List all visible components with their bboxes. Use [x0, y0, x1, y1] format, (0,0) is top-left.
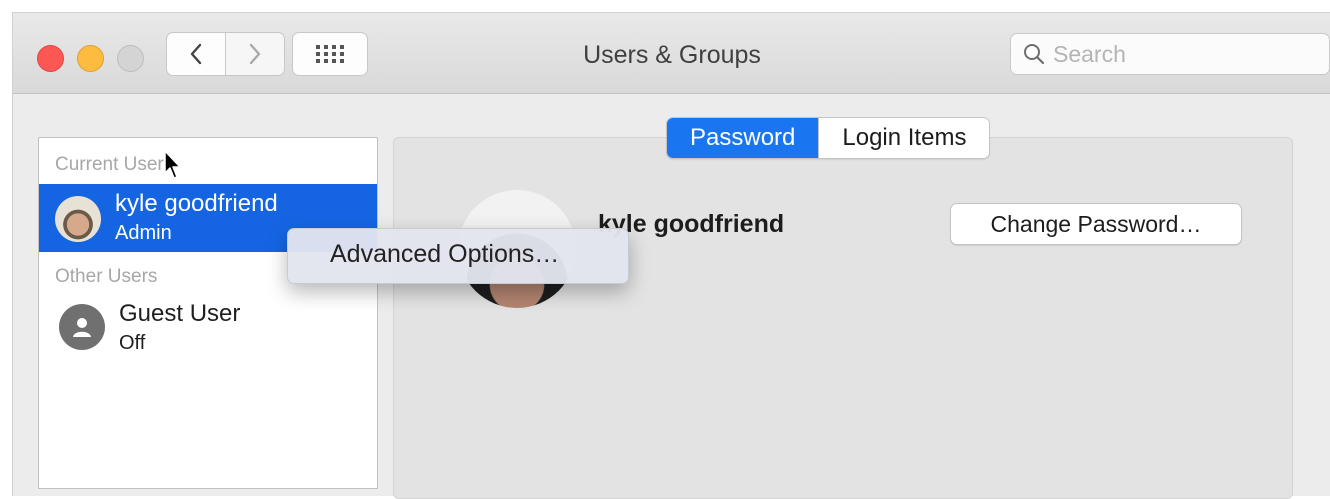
- tab-login-items[interactable]: Login Items: [818, 118, 990, 158]
- mouse-pointer-icon: [164, 150, 181, 179]
- guest-user-status: Off: [119, 332, 146, 354]
- title-bar: Users & Groups Search: [13, 13, 1330, 94]
- user-name: kyle goodfriend: [115, 190, 278, 217]
- tab-password[interactable]: Password: [667, 118, 819, 158]
- user-list: Current User kyle goodfriend Admin Other…: [38, 137, 378, 489]
- user-role: Admin: [115, 222, 172, 244]
- other-users-header: Other Users: [55, 266, 158, 287]
- menu-item-advanced-options[interactable]: Advanced Options…: [330, 240, 559, 269]
- guest-user-name: Guest User: [119, 300, 241, 327]
- search-placeholder: Search: [1053, 40, 1126, 67]
- context-menu: Advanced Options…: [287, 228, 629, 284]
- user-avatar: [55, 196, 101, 242]
- search-icon: [1024, 44, 1045, 65]
- tab-bar: Password Login Items: [666, 117, 991, 159]
- user-row-guest[interactable]: Guest User Off: [39, 298, 377, 366]
- current-user-header: Current User: [55, 154, 164, 175]
- search-field[interactable]: Search: [1010, 33, 1330, 75]
- guest-user-icon: [59, 304, 105, 350]
- change-password-button[interactable]: Change Password…: [950, 203, 1242, 245]
